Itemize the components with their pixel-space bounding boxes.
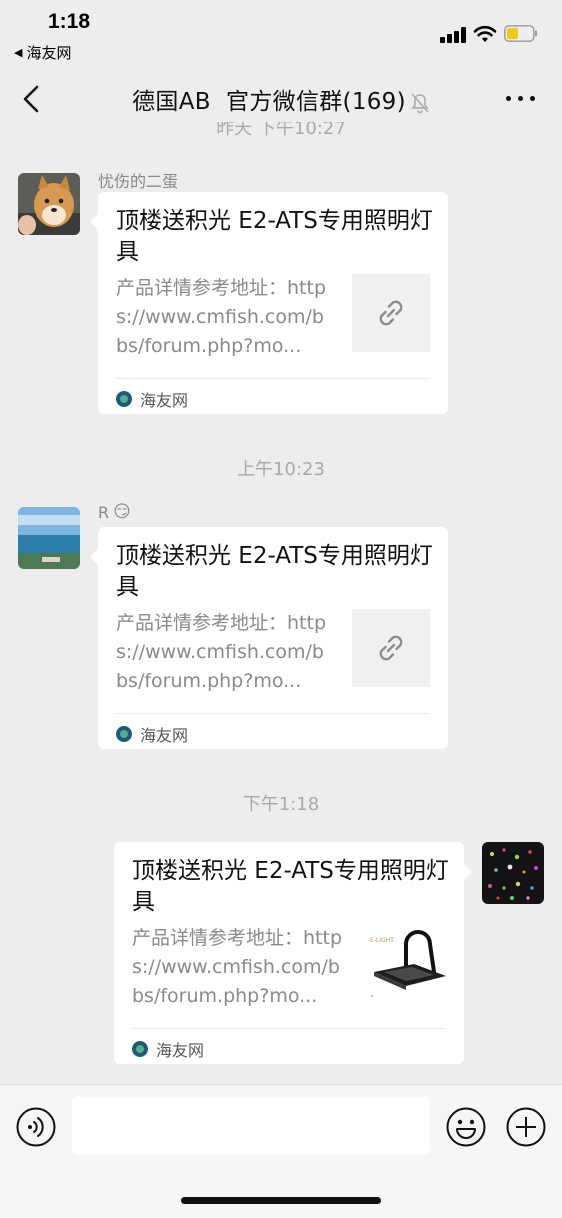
link-icon — [379, 635, 403, 661]
link-icon — [379, 300, 403, 326]
link-card-title: 顶楼送积光 E2-ATS专用照明灯具 — [116, 208, 433, 265]
link-card[interactable]: 顶楼送积光 E2-ATS专用照明灯具 产品详情参考地址：https://www.… — [90, 192, 448, 414]
link-card-divider — [116, 378, 430, 379]
link-card-thumbnail: E-LIGHT — [368, 924, 446, 1002]
avatar[interactable] — [18, 507, 80, 569]
source-name: 海友网 — [156, 1041, 205, 1060]
link-card-thumbnail — [352, 609, 430, 687]
sender-name-text: R — [98, 502, 110, 522]
bubble-tail — [90, 214, 98, 230]
link-card-source: 海友网 — [116, 722, 188, 746]
link-card-description: 产品详情参考地址：https://www.cmfish.com/bbs/foru… — [116, 277, 327, 357]
source-logo-icon — [116, 726, 132, 742]
message-timestamp: 昨天 下午10:27 — [216, 122, 346, 136]
back-app-label: 海友网 — [26, 44, 72, 62]
link-card-source: 海友网 — [132, 1037, 204, 1061]
message-timestamp: 上午10:23 — [237, 459, 325, 480]
my-avatar[interactable] — [482, 842, 544, 904]
link-card-source: 海友网 — [116, 387, 188, 411]
home-indicator[interactable] — [181, 1197, 381, 1204]
plus-icon[interactable] — [506, 1107, 546, 1147]
link-card[interactable]: 顶楼送积光 E2-ATS专用照明灯具 产品详情参考地址：https://www.… — [114, 842, 472, 1064]
link-card-thumbnail — [352, 274, 430, 352]
link-card-description: 产品详情参考地址：https://www.cmfish.com/bbs/foru… — [116, 612, 327, 692]
link-card-title: 顶楼送积光 E2-ATS专用照明灯具 — [116, 543, 433, 600]
source-name: 海友网 — [140, 726, 189, 745]
status-bar: 1:18 ◀ 海友网 — [0, 0, 562, 66]
avatar[interactable] — [18, 173, 80, 235]
source-logo-icon — [116, 391, 132, 407]
source-name: 海友网 — [140, 391, 189, 410]
svg-text:E-LIGHT: E-LIGHT — [370, 937, 394, 944]
bell-muted-icon — [411, 92, 429, 113]
link-card-description: 产品详情参考地址：https://www.cmfish.com/bbs/foru… — [132, 927, 343, 1007]
bubble-tail — [464, 864, 472, 880]
link-card-divider — [132, 1028, 446, 1029]
sender-name: R 😏 — [98, 502, 131, 522]
message-input[interactable] — [72, 1097, 430, 1155]
emoji-icon[interactable] — [446, 1107, 486, 1147]
shiba-dog-avatar-image — [18, 173, 80, 235]
back-triangle-icon: ◀ — [14, 46, 23, 59]
sea-landscape-avatar-image — [18, 507, 80, 569]
source-logo-icon — [132, 1041, 148, 1057]
message-timestamp: 下午1:18 — [242, 794, 320, 815]
voice-icon[interactable] — [16, 1107, 56, 1147]
link-card-divider — [116, 713, 430, 714]
smirk-emoji-icon: 😏 — [113, 502, 131, 522]
more-dots-icon[interactable] — [506, 96, 536, 104]
bubble-tail — [90, 549, 98, 565]
link-card[interactable]: 顶楼送积光 E2-ATS专用照明灯具 产品详情参考地址：https://www.… — [90, 527, 448, 749]
chat-title: 德国AB 官方微信群(169) — [0, 82, 562, 116]
chat-title-text: 德国AB 官方微信群(169) — [132, 89, 406, 115]
wifi-icon — [473, 25, 497, 42]
cellular-signal-icon — [440, 27, 467, 43]
battery-icon — [504, 25, 537, 42]
lamp-product-image: E-LIGHT — [370, 930, 446, 997]
sender-name: 忧伤的二蛋 — [98, 172, 179, 191]
link-card-title: 顶楼送积光 E2-ATS专用照明灯具 — [132, 858, 449, 915]
back-to-app-link[interactable]: ◀ 海友网 — [14, 42, 71, 63]
sparkle-lights-avatar-image — [482, 842, 544, 904]
status-time: 1:18 — [48, 10, 91, 33]
